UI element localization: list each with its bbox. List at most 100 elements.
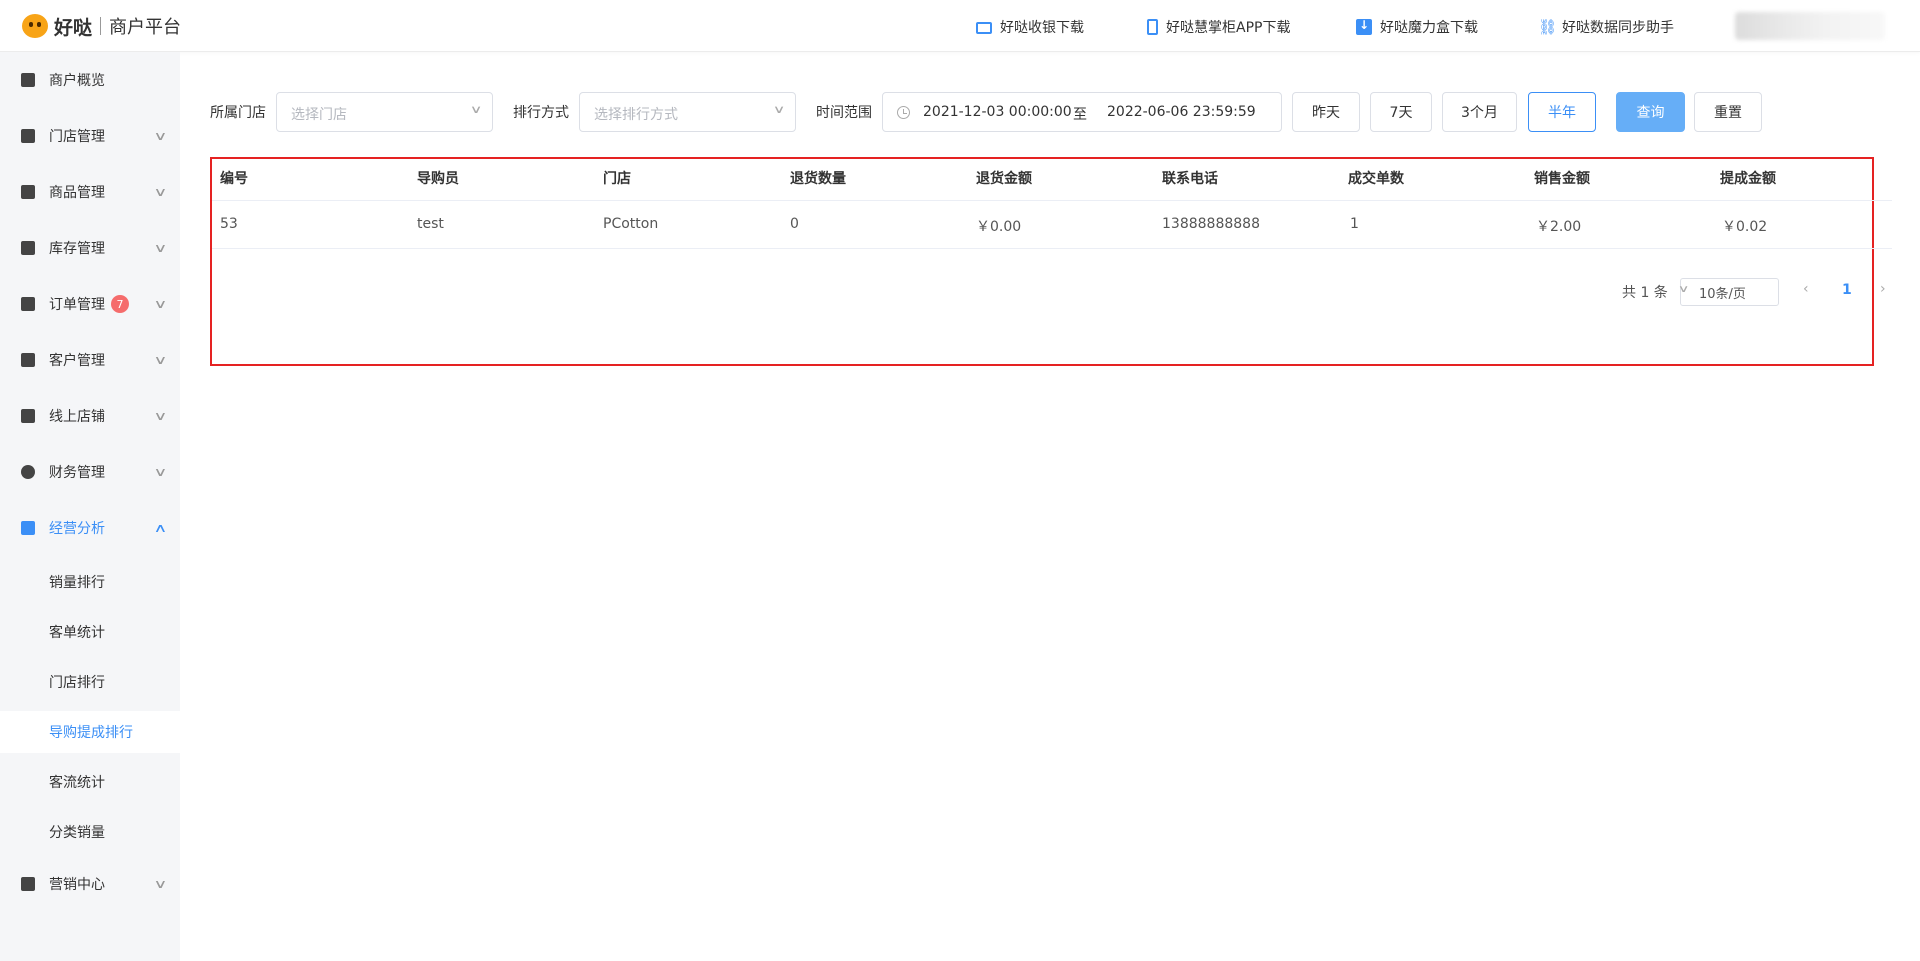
reset-button[interactable]: 重置 (1694, 92, 1762, 132)
time-range-label: 时间范围 (816, 105, 872, 121)
pos-download-link[interactable]: 好哒收银下载 (976, 17, 1084, 37)
quick-3months-button[interactable]: 3个月 (1442, 92, 1517, 132)
page-number-current[interactable]: 1 (1842, 282, 1852, 298)
page-size-select[interactable]: 10条/页 ∨ (1678, 278, 1779, 306)
data-sync-label: 好哒数据同步助手 (1562, 20, 1674, 36)
next-page-button[interactable]: › (1880, 281, 1886, 297)
order-icon (21, 297, 35, 311)
magic-box-download-link[interactable]: 好哒魔力盒下载 (1356, 17, 1478, 37)
sidebar-item-stores[interactable]: 门店管理 ∨ (0, 116, 180, 156)
download-icon (1356, 18, 1372, 35)
cell-store: PCotton (603, 216, 659, 232)
data-sync-link[interactable]: ⛓ 好哒数据同步助手 (1538, 17, 1674, 37)
home-icon (21, 73, 35, 87)
table-header: 编号 导购员 门店 退货数量 退货金额 联系电话 成交单数 销售金额 提成金额 (212, 159, 1892, 201)
cell-id: 53 (220, 216, 238, 232)
marketing-icon (21, 877, 35, 891)
order-count-badge: 7 (111, 295, 129, 313)
sidebar-item-orders[interactable]: 订单管理 7 ∨ (0, 284, 180, 324)
sidebar-item-label: 客户管理 (49, 353, 105, 369)
sidebar-subitem-label: 销量排行 (49, 575, 105, 591)
column-header-commission: 提成金额 (1720, 171, 1776, 187)
prev-page-button[interactable]: ‹ (1803, 281, 1809, 297)
chevron-down-icon: ∨ (469, 103, 483, 116)
sidebar-subitem-store-ranking[interactable]: 门店排行 (0, 661, 180, 703)
chevron-down-icon: ∨ (153, 409, 168, 423)
column-header-return-amount: 退货金额 (976, 171, 1032, 187)
end-date-input[interactable]: 2022-06-06 23:59:59 (1107, 104, 1256, 120)
user-account-menu[interactable] (1735, 12, 1885, 40)
sort-select[interactable]: 选择排行方式 ∨ (579, 92, 796, 132)
store-select[interactable]: 选择门店 ∨ (276, 92, 493, 132)
cell-commission: ￥0.02 (1722, 219, 1768, 235)
sort-select-placeholder: 选择排行方式 (594, 107, 678, 123)
sidebar-item-customers[interactable]: 客户管理 ∨ (0, 340, 180, 380)
pagination-total: 共 1 条 (1622, 285, 1668, 301)
column-header-return-qty: 退货数量 (790, 171, 846, 187)
store-filter-label: 所属门店 (210, 105, 266, 121)
quick-7days-button[interactable]: 7天 (1370, 92, 1432, 132)
shop-icon (21, 409, 35, 423)
clock-icon (897, 106, 910, 119)
logo[interactable]: 好哒 商户平台 (22, 13, 181, 39)
cell-phone: 13888888888 (1162, 216, 1260, 232)
magic-box-download-label: 好哒魔力盒下载 (1380, 20, 1478, 36)
app-download-link[interactable]: 好哒慧掌柜APP下载 (1147, 17, 1290, 37)
sidebar-subitem-order-stats[interactable]: 客单统计 (0, 611, 180, 653)
sidebar-subitem-label: 分类销量 (49, 825, 105, 841)
sidebar-item-label: 经营分析 (49, 521, 105, 537)
store-icon (21, 129, 35, 143)
phone-icon (1147, 19, 1158, 35)
pos-download-label: 好哒收银下载 (1000, 20, 1084, 36)
sidebar-item-online-shop[interactable]: 线上店铺 ∨ (0, 396, 180, 436)
start-date-input[interactable]: 2021-12-03 00:00:00 (923, 104, 1072, 120)
sidebar-item-overview[interactable]: 商户概览 (0, 60, 180, 100)
quick-yesterday-button[interactable]: 昨天 (1292, 92, 1360, 132)
sidebar-item-analytics[interactable]: 经营分析 ∧ (0, 508, 180, 548)
app-download-label: 好哒慧掌柜APP下载 (1166, 20, 1291, 36)
chevron-down-icon: ∨ (1677, 284, 1690, 295)
cell-order-count: 1 (1350, 216, 1359, 232)
sidebar-subitem-label: 客流统计 (49, 775, 105, 791)
column-header-phone: 联系电话 (1162, 171, 1218, 187)
chevron-up-icon: ∧ (153, 521, 168, 535)
cell-guide: test (417, 216, 444, 232)
yen-icon (21, 465, 35, 479)
sidebar-item-marketing[interactable]: 营销中心 ∨ (0, 864, 180, 904)
link-icon: ⛓ (1538, 18, 1558, 36)
chevron-down-icon: ∨ (153, 185, 168, 199)
chevron-down-icon: ∨ (153, 465, 168, 479)
logo-divider (100, 17, 102, 35)
sidebar-item-goods[interactable]: 商品管理 ∨ (0, 172, 180, 212)
sidebar-item-inventory[interactable]: 库存管理 ∨ (0, 228, 180, 268)
sidebar-item-label: 商品管理 (49, 185, 105, 201)
chart-icon (21, 521, 35, 535)
platform-name: 商户平台 (109, 17, 182, 38)
logo-icon (22, 14, 48, 38)
column-header-sales-amount: 销售金额 (1534, 171, 1590, 187)
column-header-id: 编号 (220, 171, 248, 187)
customer-icon (21, 353, 35, 367)
sidebar-subitem-guide-commission-ranking[interactable]: 导购提成排行 (0, 711, 180, 753)
table-row[interactable]: 53 test PCotton 0 ￥0.00 13888888888 1 ￥2… (212, 201, 1892, 249)
sidebar-item-label: 门店管理 (49, 129, 105, 145)
chevron-down-icon: ∨ (153, 241, 168, 255)
query-button[interactable]: 查询 (1616, 92, 1685, 132)
chevron-down-icon: ∨ (153, 877, 168, 891)
top-bar: 好哒 商户平台 好哒收银下载 好哒慧掌柜APP下载 好哒魔力盒下载 ⛓ 好哒数据… (0, 0, 1920, 52)
sidebar-item-finance[interactable]: 财务管理 ∨ (0, 452, 180, 492)
sort-filter-label: 排行方式 (513, 105, 569, 121)
goods-icon (21, 185, 35, 199)
sidebar-item-label: 财务管理 (49, 465, 105, 481)
quick-half-year-button[interactable]: 半年 (1528, 92, 1596, 132)
sidebar-subitem-category-sales[interactable]: 分类销量 (0, 811, 180, 853)
sidebar-subitem-sales-ranking[interactable]: 销量排行 (0, 561, 180, 603)
sidebar-item-label: 订单管理 (49, 297, 105, 313)
date-range-picker[interactable]: 2021-12-03 00:00:00 至 2022-06-06 23:59:5… (882, 92, 1282, 132)
column-header-guide: 导购员 (417, 171, 459, 187)
column-header-store: 门店 (603, 171, 631, 187)
cell-return-qty: 0 (790, 216, 799, 232)
sidebar-subitem-traffic-stats[interactable]: 客流统计 (0, 761, 180, 803)
sidebar-item-label: 库存管理 (49, 241, 105, 257)
commission-ranking-table: 编号 导购员 门店 退货数量 退货金额 联系电话 成交单数 销售金额 提成金额 … (210, 157, 1892, 366)
